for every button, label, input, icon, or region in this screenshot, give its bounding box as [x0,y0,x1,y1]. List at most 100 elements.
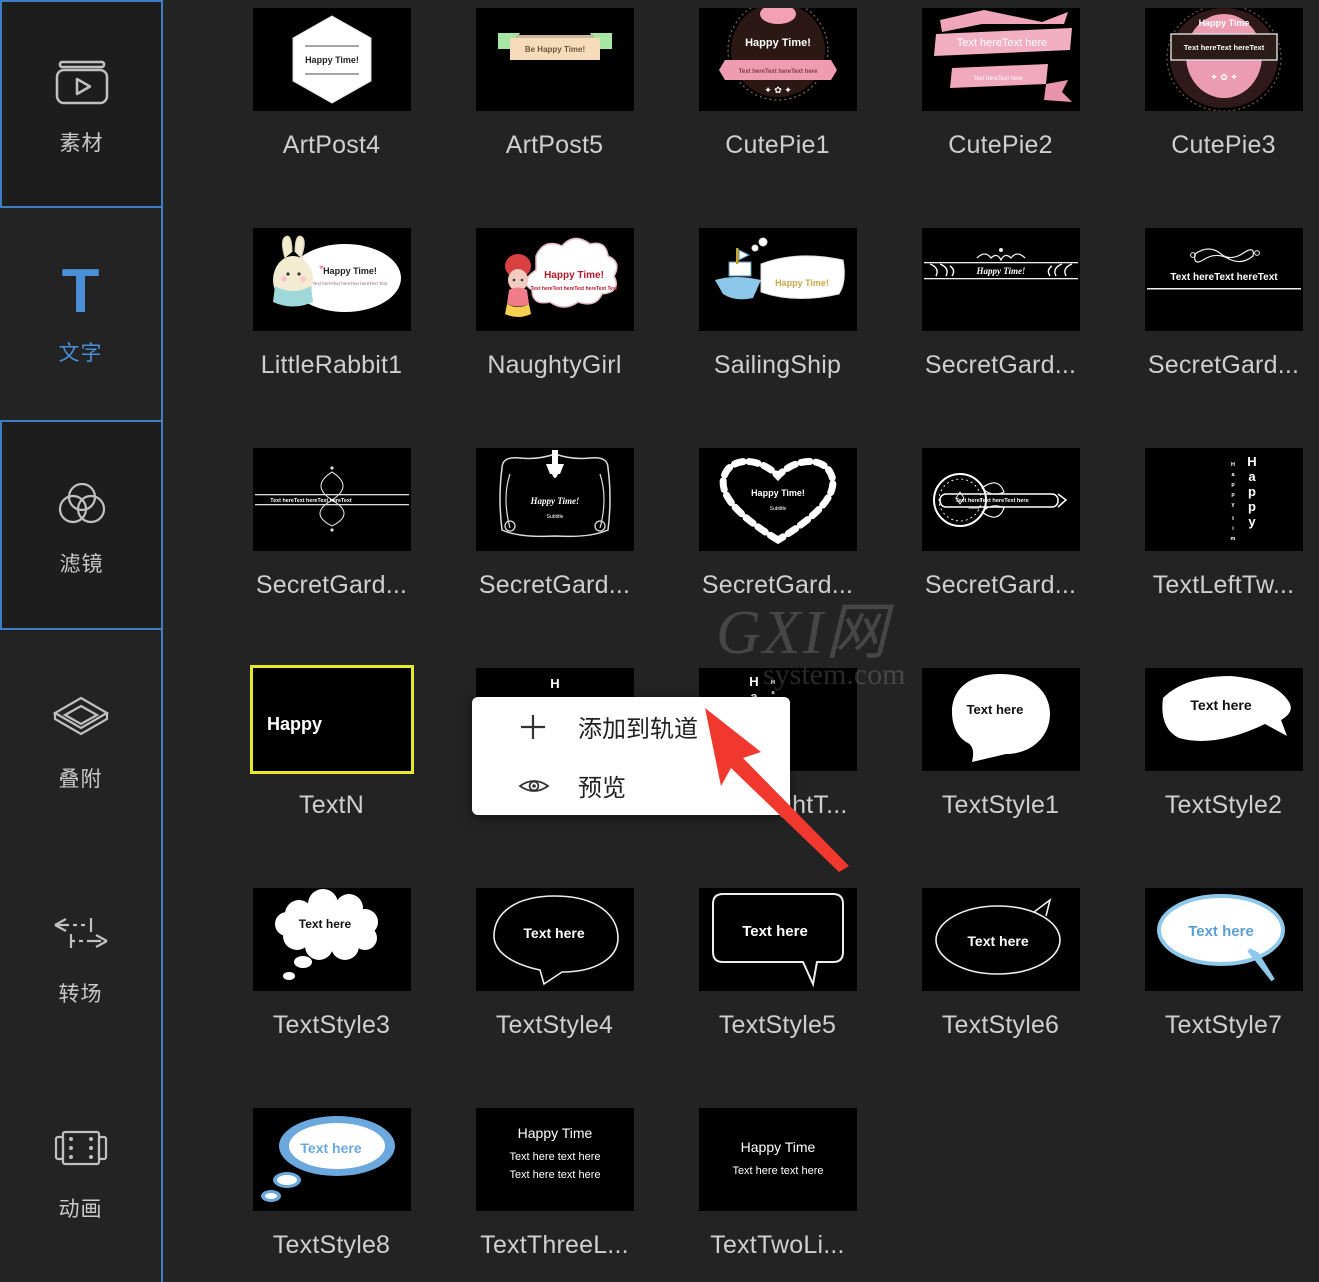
eye-icon [518,775,572,797]
template-thumbnail[interactable]: Text here [476,888,634,991]
template-thumbnail[interactable]: Happy Time Text hereText hereText ✦ ✿ ✦ [1145,8,1303,111]
template-thumbnail[interactable]: Text here [1145,668,1303,771]
grid-item[interactable]: Text here TextStyle4 [443,888,666,1108]
sidebar-item-overlay[interactable]: 叠附 [0,640,161,840]
template-thumbnail[interactable]: Text here [253,1108,411,1211]
template-thumbnail[interactable]: Happy [253,668,411,771]
grid-item[interactable]: Happy Time Text here text here Text here… [443,1108,666,1282]
template-name: TextN [299,791,364,820]
context-menu-item-label: 预览 [578,768,626,803]
sidebar-item-transition[interactable]: 转场 [0,855,161,1055]
template-thumbnail[interactable]: Happy Time Text here text here Text here… [476,1108,634,1211]
svg-text:Text here: Text here [300,1140,361,1156]
template-thumbnail[interactable]: Happy Time! [699,228,857,331]
transition-arrows-icon [49,902,113,964]
svg-text:✦ ✿ ✦: ✦ ✿ ✦ [1210,72,1238,82]
svg-text:Happy Time: Happy Time [517,1125,592,1141]
template-grid-panel[interactable]: Happy Time! ArtPost4 Be Happy Time! ArtP… [163,0,1319,1282]
grid-item[interactable]: Text hereText here Text hereText here Cu… [889,8,1112,228]
svg-text:y: y [1231,502,1235,508]
left-sidebar: 素材 T 文字 滤镜 [0,0,163,1282]
grid-item[interactable]: Happy Time! Text hereText hereText here … [666,8,889,228]
svg-text:i: i [1232,526,1234,532]
template-thumbnail[interactable]: Happy Time! Subtitle [699,448,857,551]
grid-item[interactable]: Text hereText hereText SecretGard... [1112,228,1319,448]
template-thumbnail[interactable]: Text here [1145,888,1303,991]
template-thumbnail[interactable]: Happy Time! Text hereText hereText here … [699,8,857,111]
svg-text:Happy Time: Happy Time [1198,18,1249,28]
grid-item[interactable]: Happy Time! ArtPost4 [220,8,443,228]
svg-text:Text hereText here: Text hereText here [973,76,1023,82]
grid-item[interactable]: Happy Time Text here text here TextTwoLi… [666,1108,889,1282]
svg-text:y: y [1248,514,1256,529]
svg-text:p: p [1248,484,1256,499]
svg-text:Happy Time!: Happy Time! [529,496,579,506]
template-thumbnail[interactable]: H a p p y t i m H a p p y [1145,448,1303,551]
template-thumbnail[interactable]: Happy Time! [922,228,1080,331]
svg-text:Text here: Text here [298,917,351,931]
grid-item[interactable]: Text hereText hereText hereText SecretGa… [220,448,443,668]
grid-item[interactable]: Happy Time! Subtitle SecretGard... [443,448,666,668]
svg-text:Text here: Text here [1190,697,1251,713]
svg-text:Text hereText here: Text hereText here [956,37,1047,49]
template-name: TextLeftTw... [1153,571,1295,600]
template-thumbnail[interactable]: Text here [699,888,857,991]
template-thumbnail[interactable]: Text hereText hereText hereText [253,448,411,551]
svg-text:Text here: Text here [1188,923,1254,940]
grid-item-empty [1112,1108,1319,1282]
sidebar-item-text[interactable]: T 文字 [0,212,161,416]
grid-item[interactable]: Happy Time Text hereText hereText ✦ ✿ ✦ … [1112,8,1319,228]
grid-item[interactable]: Text here TextStyle1 [889,668,1112,888]
context-menu[interactable]: 添加到轨道 预览 [472,697,790,815]
template-thumbnail[interactable]: Happy Time! Text hereText hereText hereT… [476,228,634,331]
template-thumbnail[interactable]: Be Happy Time! [476,8,634,111]
template-name: TextStyle5 [719,1011,836,1040]
template-thumbnail[interactable]: Text here [922,888,1080,991]
grid-item[interactable]: Happy Time! Text hereText hereText hereT… [443,228,666,448]
svg-text:Text here: Text here [967,933,1028,949]
grid-item[interactable]: Text here TextStyle6 [889,888,1112,1108]
svg-text:Text hereText hereText hereTex: Text hereText hereText hereText [270,498,352,504]
template-name: TextStyle2 [1165,791,1282,820]
template-thumbnail[interactable]: Text hereText here Text hereText here [922,8,1080,111]
grid-item[interactable]: Text here TextStyle2 [1112,668,1319,888]
template-thumbnail[interactable]: Text hereText hereText here Subtitle [922,448,1080,551]
text-template-grid: Happy Time! ArtPost4 Be Happy Time! ArtP… [163,0,1319,1282]
grid-item[interactable]: Happy Time! SecretGard... [889,228,1112,448]
sidebar-item-animation[interactable]: 动画 [0,1070,161,1270]
grid-item[interactable]: Text here TextStyle8 [220,1108,443,1282]
svg-text:a: a [1231,472,1235,478]
template-thumbnail[interactable]: Text here [253,888,411,991]
grid-item[interactable]: H a p p y t i m H a p p y Te [1112,448,1319,668]
grid-item[interactable]: Text here TextStyle3 [220,888,443,1108]
svg-text:p: p [1248,499,1256,514]
template-name: TextStyle1 [942,791,1059,820]
template-thumbnail[interactable]: Happy Time! Text hereText hereText hereT… [253,228,411,331]
template-thumbnail[interactable]: Text here [922,668,1080,771]
template-name: TextStyle6 [942,1011,1059,1040]
sidebar-item-media[interactable]: 素材 [0,0,161,208]
template-name: SailingShip [714,351,841,380]
svg-text:Text hereText hereText hereTex: Text hereText hereText hereText Text [530,286,617,292]
grid-item[interactable]: Happy Time! SailingShip [666,228,889,448]
grid-item[interactable]: Text hereText hereText here Subtitle Sec… [889,448,1112,668]
context-menu-item-preview[interactable]: 预览 [472,756,790,815]
grid-item[interactable]: Text here TextStyle5 [666,888,889,1108]
template-name: TextStyle3 [273,1011,390,1040]
template-thumbnail[interactable]: Happy Time! [253,8,411,111]
grid-item[interactable]: Happy Time! Subtitle SecretGard... [666,448,889,668]
sidebar-item-filter[interactable]: 滤镜 [0,420,161,630]
template-thumbnail[interactable]: Happy Time Text here text here [699,1108,857,1211]
grid-item-selected[interactable]: Happy TextN [220,668,443,888]
grid-item[interactable]: Text here TextStyle7 [1112,888,1319,1108]
svg-text:♥: ♥ [319,263,324,272]
template-thumbnail[interactable]: Happy Time! Subtitle [476,448,634,551]
template-thumbnail[interactable]: Text hereText hereText [1145,228,1303,331]
svg-text:Text here: Text here [966,702,1023,717]
grid-item[interactable]: Happy Time! Text hereText hereText hereT… [220,228,443,448]
svg-text:Happy: Happy [267,714,322,734]
sidebar-item-label: 转场 [59,978,103,1008]
context-menu-item-add-to-track[interactable]: 添加到轨道 [472,697,790,756]
svg-text:Happy Time!: Happy Time! [751,488,805,498]
grid-item[interactable]: Be Happy Time! ArtPost5 [443,8,666,228]
